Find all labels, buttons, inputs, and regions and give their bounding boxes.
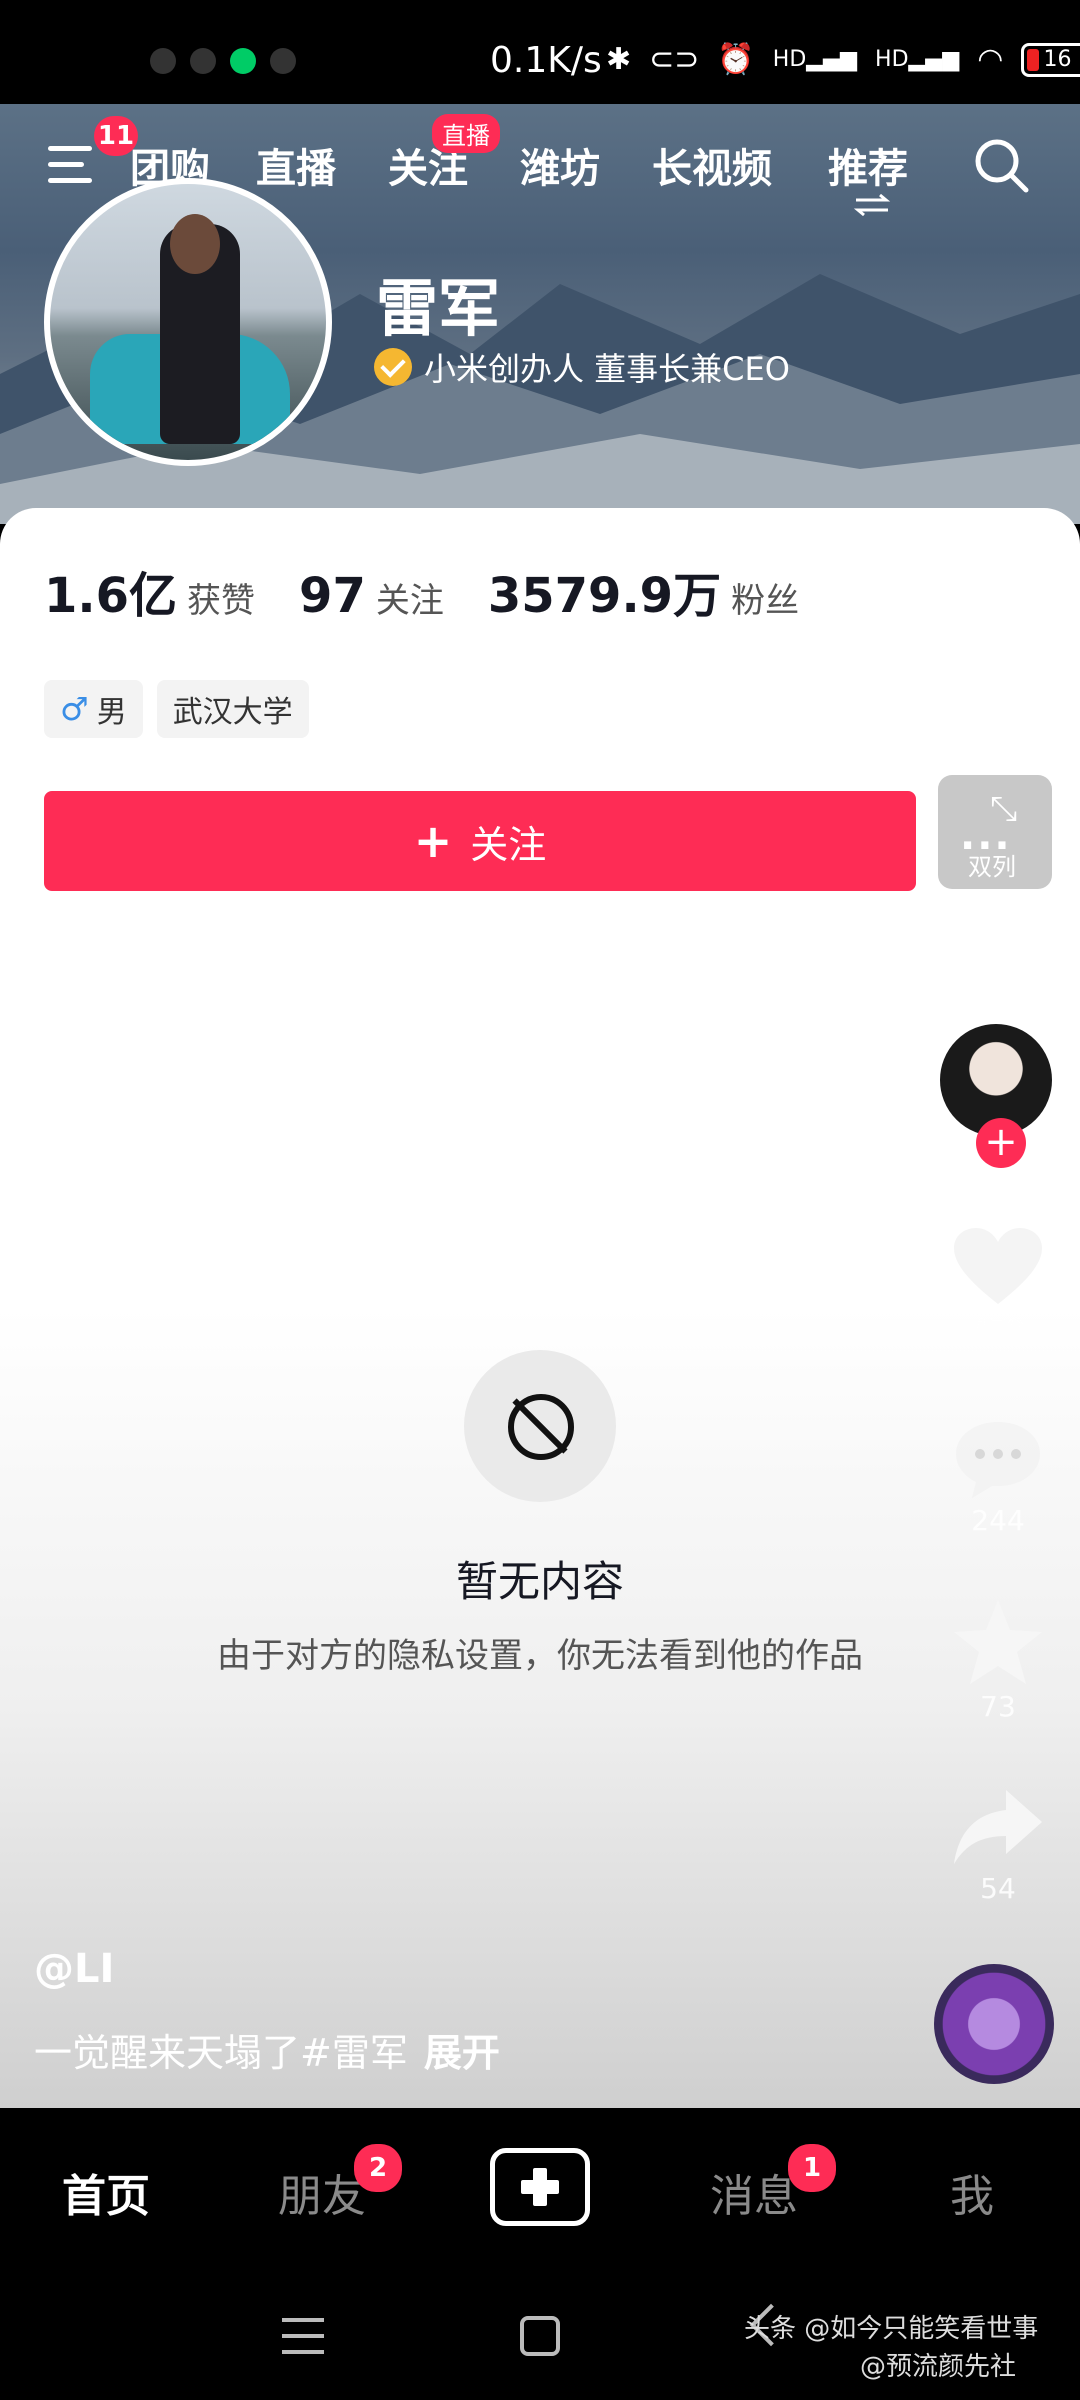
status-bar: 0.1K/s ✱ ⊂⊃ ⏰ HD▂▄▆ HD▂▄▆ ◠ 16 [0,0,1080,104]
expand-caption-link[interactable]: 展开 [424,2031,500,2075]
messages-badge: 1 [788,2144,836,2192]
tab-home[interactable]: 首页 [62,2160,150,2224]
tab-me[interactable]: 我 [950,2160,994,2224]
home-icon[interactable] [520,2316,560,2356]
followers-label[interactable]: 粉丝 [731,573,799,622]
profile-avatar[interactable] [44,178,332,466]
tab-live[interactable]: 直播 [256,136,336,194]
tab-friends[interactable]: 朋友 [278,2160,366,2224]
plus-icon: + [413,814,453,868]
swap-icon [853,194,891,216]
search-icon[interactable] [972,136,1032,196]
share-count: 54 [980,1872,1016,1905]
video-caption: 一觉醒来天塌了#雷军 展开 [34,2031,500,2075]
no-content-icon [464,1350,616,1502]
profile-stats: 1.6亿 获赞 97 关注 3579.9万 粉丝 [44,556,843,626]
watermark-line2: @预流颜先社 [860,2352,1017,2382]
system-nav-bar: 头条 @如今只能笑看世事 @预流颜先社 [0,2274,1080,2400]
friends-badge: 2 [354,2144,402,2192]
tab-recommend[interactable]: 推荐 [828,136,908,194]
signal-icon: HD▂▄▆ [772,47,858,72]
male-icon: ♂ [60,690,89,728]
empty-state-title: 暂无内容 [455,1557,624,1606]
empty-state-subtitle: 由于对方的隐私设置，你无法看到他的作品 [217,1636,863,1676]
follow-plus-icon[interactable]: + [976,1118,1026,1168]
music-disc-icon[interactable] [934,1964,1054,2084]
heart-icon [954,1228,1042,1304]
following-count[interactable]: 97 [299,568,366,624]
menu-button[interactable] [48,142,100,186]
layout-toggle-button[interactable]: ⤡ ··· 双列 [938,775,1052,889]
profile-tags: ♂ 男 武汉大学 [44,680,309,738]
likes-label: 获赞 [187,581,256,621]
share-icon [954,1790,1042,1864]
toggle-icon: ⊂⊃ [649,42,700,77]
create-button[interactable] [490,2148,590,2226]
creator-avatar[interactable]: + [936,1020,1056,1168]
verified-line: 小米创办人 董事长兼CEO [374,344,790,390]
watermark-line1: 头条 @如今只能笑看世事 [744,2314,1039,2344]
signal-icon: HD▂▄▆ [875,47,960,72]
tab-long-video[interactable]: 长视频 [652,136,772,194]
tab-weifang[interactable]: 潍坊 [520,136,600,194]
notification-icons [150,48,296,74]
bluetooth-icon: ✱ [606,42,632,77]
share-action[interactable]: 54 [950,1786,1046,1905]
star-icon [954,1600,1042,1684]
battery-icon: 16 [1021,42,1080,77]
verified-text: 小米创办人 董事长兼CEO [424,350,790,388]
network-speed: 0.1K/s [490,40,602,81]
app-screen: 0.1K/s ✱ ⊂⊃ ⏰ HD▂▄▆ HD▂▄▆ ◠ 16 11 团购 直播 … [0,0,1080,2400]
alarm-icon: ⏰ [717,42,755,77]
favorite-count: 73 [980,1690,1016,1723]
likes-count: 1.6亿 [44,568,178,624]
like-action[interactable]: 479 [950,1226,1046,1345]
bottom-tab-bar: 首页 朋友 2 消息 1 我 [0,2108,1080,2274]
video-author[interactable]: @LI [34,1946,114,1992]
profile-name: 雷军 [376,272,501,345]
school-tag[interactable]: 武汉大学 [156,680,309,738]
gender-tag: ♂ 男 [44,680,143,738]
favorite-action[interactable]: 73 [950,1598,1046,1723]
following-label[interactable]: 关注 [376,573,444,622]
followers-count[interactable]: 3579.9万 [488,556,721,626]
tab-messages[interactable]: 消息 [710,2160,798,2224]
verified-icon [374,348,412,386]
wifi-icon: ◠ [977,42,1004,77]
layout-toggle-label: 双列 [968,853,1016,881]
follow-button[interactable]: + 关注 [44,791,916,891]
comment-count: 244 [971,1504,1025,1537]
like-count: 479 [971,1312,1025,1345]
status-icons: ✱ ⊂⊃ ⏰ HD▂▄▆ HD▂▄▆ ◠ 16 [606,42,1080,77]
comment-action[interactable]: 244 [950,1418,1046,1537]
comment-icon [956,1422,1040,1498]
recents-icon[interactable] [282,2318,324,2354]
live-badge: 直播 [432,114,500,153]
profile-card: 1.6亿 获赞 97 关注 3579.9万 粉丝 ♂ 男 武汉大学 + 关注 ⤡… [0,508,1080,2108]
